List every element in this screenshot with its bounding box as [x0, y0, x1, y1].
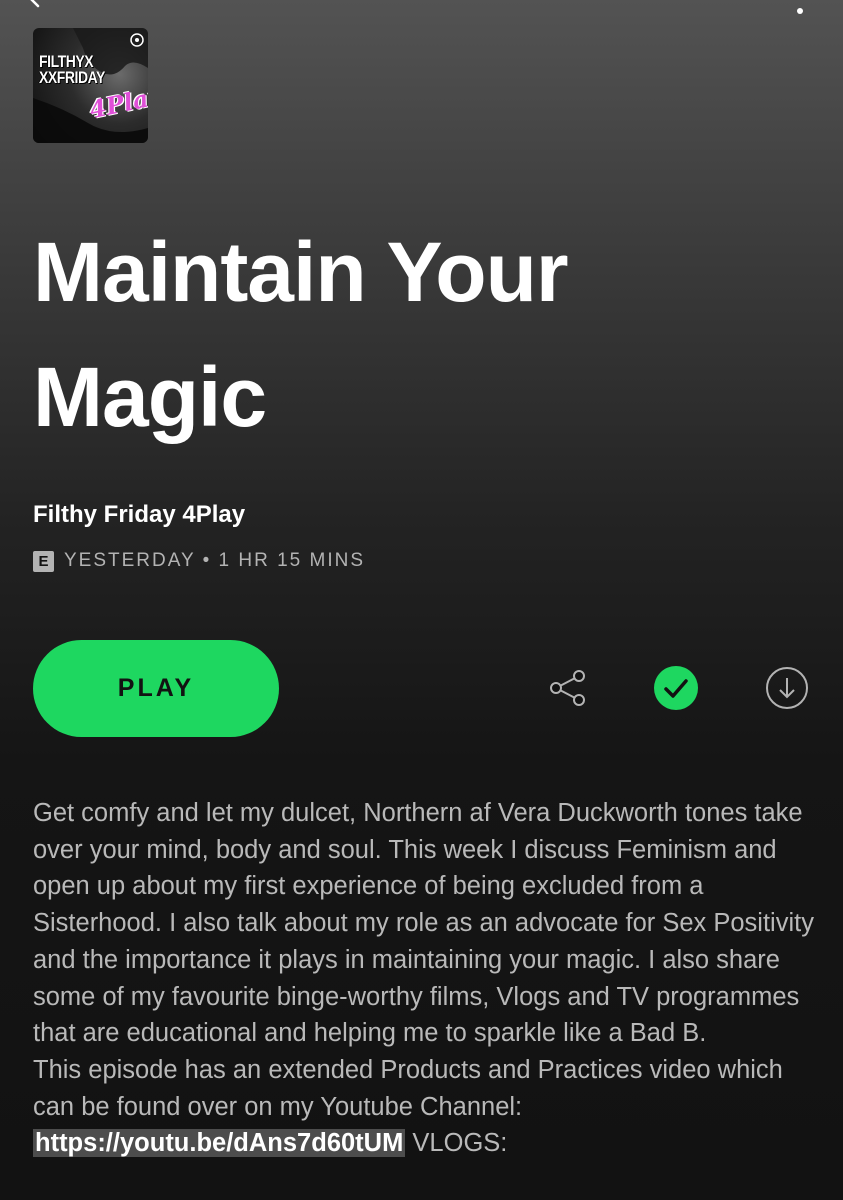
more-vertical-icon[interactable] [790, 4, 810, 18]
cover-logo-text: FILTHYX XXFRIDAY [39, 52, 105, 87]
episode-meta: E YESTERDAY • 1 HR 15 MINS [33, 548, 365, 574]
check-circle-icon[interactable] [653, 665, 699, 711]
podcast-cover-art: FILTHYX XXFRIDAY 4Play [33, 28, 148, 143]
share-icon[interactable] [546, 667, 588, 709]
description-text: Get comfy and let my dulcet, Northern af… [33, 799, 814, 1121]
episode-date-duration: YESTERDAY • 1 HR 15 MINS [64, 550, 366, 571]
description-after-link: VLOGS: [405, 1129, 508, 1158]
play-button-label: PLAY [117, 674, 195, 702]
episode-title: Maintain Your Magic [33, 225, 569, 444]
play-button[interactable]: PLAY [33, 640, 279, 737]
youtube-link[interactable]: https://youtu.be/dAns7d60tUM [33, 1129, 406, 1158]
episode-description: Get comfy and let my dulcet, Northern af… [33, 795, 823, 1162]
chevron-left-icon[interactable] [22, 0, 46, 10]
show-name-link[interactable]: Filthy Friday 4Play [33, 501, 245, 529]
explicit-badge: E [33, 550, 54, 572]
download-icon[interactable] [765, 666, 809, 710]
